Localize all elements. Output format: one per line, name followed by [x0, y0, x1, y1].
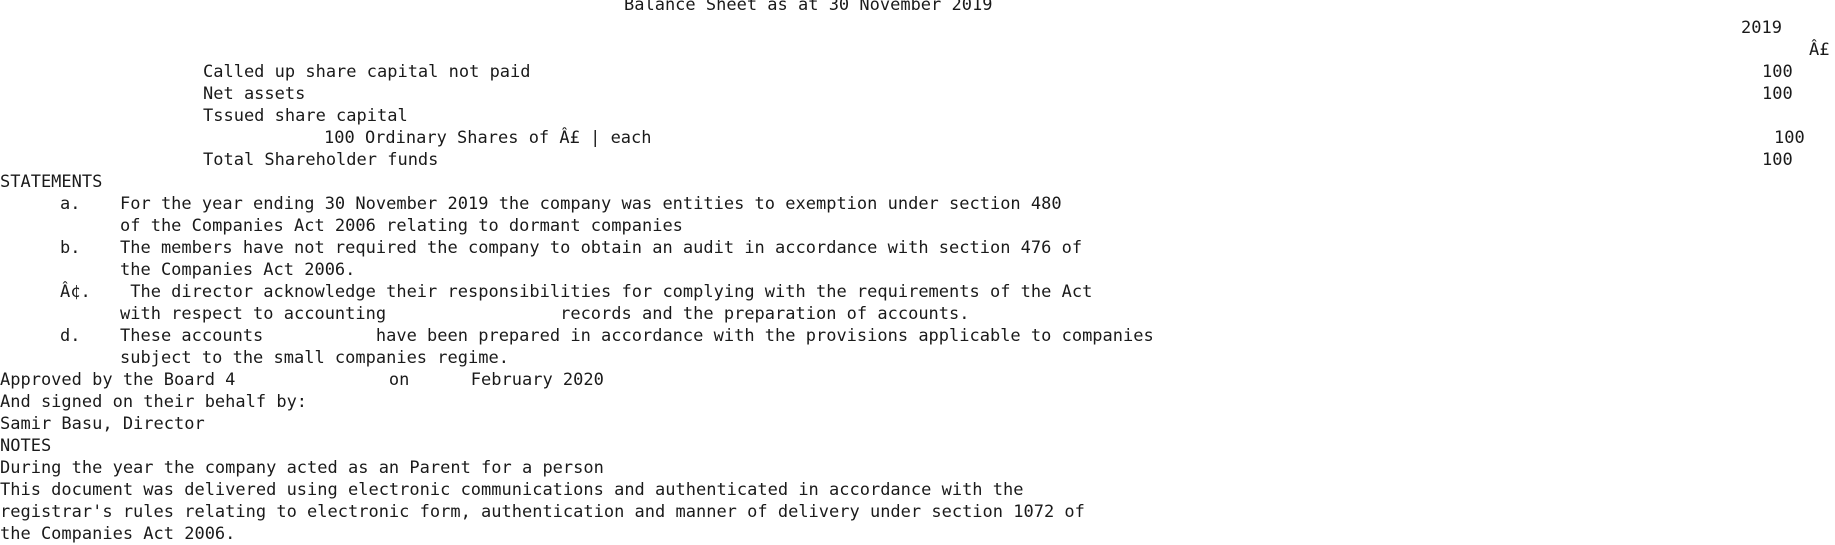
note-line: registrar's rules relating to electronic… — [0, 502, 1085, 522]
statements-heading: STATEMENTS — [0, 172, 103, 192]
statement-text: The members have not required the compan… — [120, 238, 1083, 258]
note-line: This document was delivered using electr… — [0, 480, 1024, 500]
statement-text: of the Companies Act 2006 relating to do… — [120, 216, 683, 236]
balance-row-label: Net assets — [203, 84, 306, 104]
balance-row-label: 100 Ordinary Shares of Â£ | each — [324, 128, 652, 148]
balance-row-value: 100 — [1762, 150, 1793, 170]
year-column-header: 2019 — [1741, 18, 1782, 38]
statement-marker: d. — [60, 326, 81, 346]
statement-text: the Companies Act 2006. — [120, 260, 356, 280]
statement-marker: a. — [60, 194, 81, 214]
statement-marker: Â¢. — [60, 282, 91, 302]
statement-marker: b. — [60, 238, 81, 258]
statement-text: For the year ending 30 November 2019 the… — [120, 194, 1062, 214]
notes-heading: NOTES — [0, 436, 52, 456]
document-title: Balance Sheet as at 30 November 2019 — [624, 0, 993, 15]
balance-row-label: Total Shareholder funds — [203, 150, 439, 170]
statement-text: These accounts have been prepared in acc… — [120, 326, 1154, 346]
signatory-name: Samir Basu, Director — [0, 414, 205, 434]
note-line: the Companies Act 2006. — [0, 524, 236, 544]
balance-row-value: 100 — [1762, 62, 1793, 82]
statement-text: The director acknowledge their responsib… — [120, 282, 1093, 302]
statement-text: with respect to accounting records and t… — [120, 304, 970, 324]
note-line: During the year the company acted as an … — [0, 458, 604, 478]
balance-row-value: 100 — [1762, 84, 1793, 104]
balance-row-label: Tssued share capital — [203, 106, 408, 126]
approval-line: Approved by the Board 4 on February 2020 — [0, 370, 604, 390]
currency-column-header: Â£ — [1809, 40, 1830, 60]
balance-row-value: 100 — [1774, 128, 1805, 148]
balance-row-label: Called up share capital not paid — [203, 62, 531, 82]
signed-on-behalf-line: And signed on their behalf by: — [0, 392, 308, 412]
statement-text: subject to the small companies regime. — [120, 348, 509, 368]
